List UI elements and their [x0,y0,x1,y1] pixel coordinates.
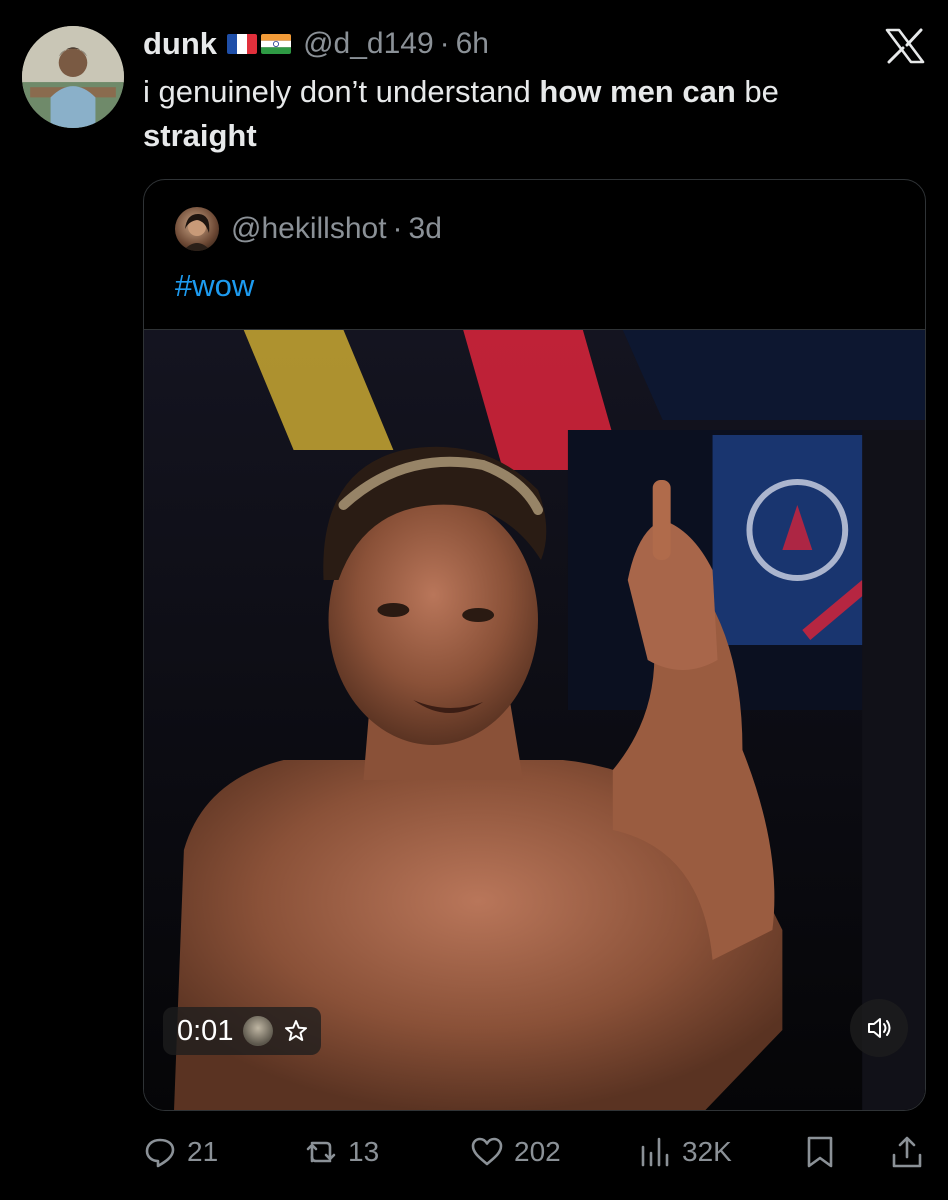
tweet-text-bold-part: straight [143,118,257,153]
reply-button[interactable]: 21 [143,1130,218,1174]
views-button[interactable]: 32K [638,1130,732,1174]
reply-count: 21 [187,1136,219,1167]
video-duration: 0:01 [177,1014,234,1047]
retweet-icon [306,1141,336,1163]
bookmark-icon [807,1136,833,1168]
author-avatar[interactable] [22,26,124,128]
quoted-tweet-card[interactable]: @hekillshot · 3d #wow 0:01 [143,179,926,1111]
avatar-icon [243,1016,274,1046]
tweet-text-part: be [735,74,779,109]
volume-button[interactable] [850,999,908,1057]
tweet-text: i genuinely don’t understand how men can… [143,70,903,158]
tweet-timestamp[interactable]: 6h [456,27,489,61]
separator-dot: · [392,212,403,245]
quoted-author-handle[interactable]: @hekillshot [231,212,387,246]
reply-icon [145,1138,175,1168]
video-frame [144,330,925,1110]
france-flag-icon [227,34,258,54]
volume-icon [868,1018,891,1038]
tweet-text-part: i genuinely don’t understand [143,74,540,109]
share-button[interactable] [890,1130,924,1174]
like-count: 202 [514,1136,561,1167]
views-count: 32K [682,1136,732,1167]
tweet-text-bold-part: how men can [539,74,736,109]
bookmark-button[interactable] [803,1130,837,1174]
like-button[interactable]: 202 [470,1130,561,1174]
views-icon [641,1137,669,1167]
author-handle[interactable]: @d_d149 [303,27,434,61]
share-icon [892,1136,922,1168]
retweet-button[interactable]: 13 [304,1130,379,1174]
tweet-header: dunk @d_d149 · 6h [143,22,489,66]
india-flag-icon [261,34,292,54]
quoted-author-avatar[interactable] [175,207,219,251]
video-player[interactable]: 0:01 [144,329,925,1110]
flag-emojis [227,34,292,54]
hashtag-link[interactable]: #wow [175,268,254,304]
quoted-tweet-header: @hekillshot · 3d [175,207,442,251]
author-display-name[interactable]: dunk [143,26,217,62]
heart-icon [471,1137,503,1166]
retweet-count: 13 [348,1136,380,1167]
x-logo-icon[interactable] [884,28,926,64]
star-icon[interactable] [283,1018,309,1044]
video-duration-pill: 0:01 [163,1007,322,1055]
quoted-tweet-timestamp[interactable]: 3d [409,212,442,246]
separator-dot: · [439,27,450,60]
